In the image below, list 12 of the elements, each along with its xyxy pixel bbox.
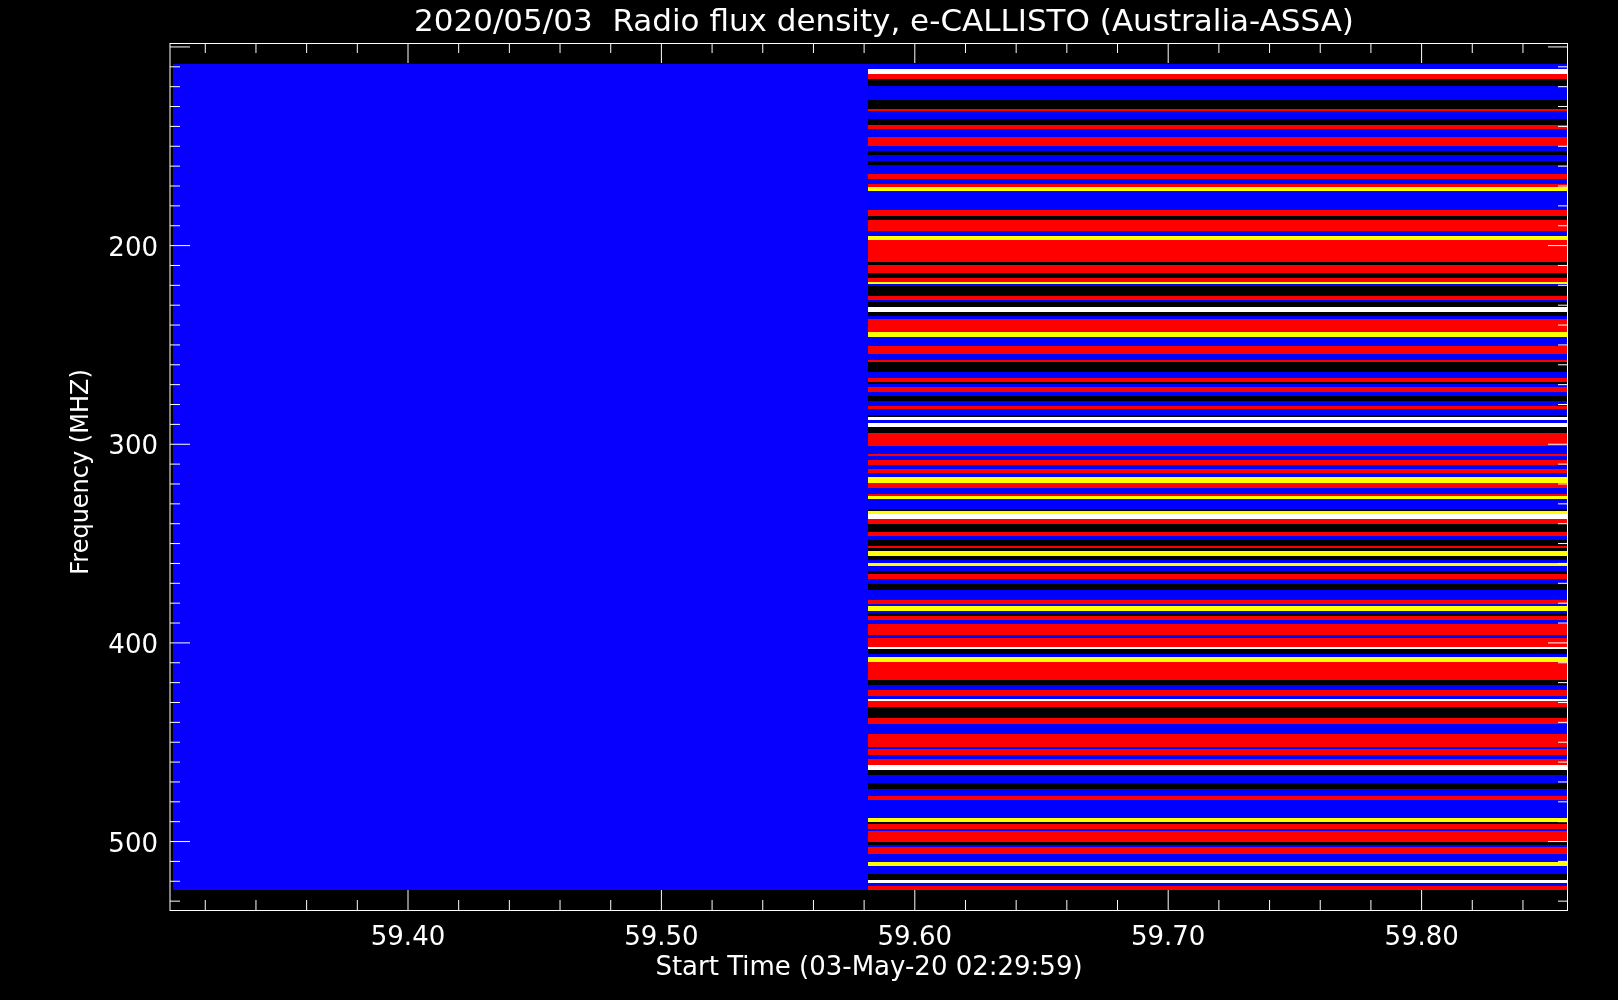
- plot-title: 2020/05/03 Radio flux density, e-CALLISTO (Australia-ASSA): [414, 1, 1354, 40]
- x-tick-label: 59.80: [1384, 921, 1459, 951]
- x-tick-label: 59.60: [877, 921, 952, 951]
- x-axis-label: Start Time (03-May-20 02:29:59): [655, 951, 1083, 981]
- x-tick-label: 59.70: [1131, 921, 1206, 951]
- x-tick-label: 59.50: [624, 921, 699, 951]
- y-tick-label: 200: [108, 231, 158, 262]
- y-tick-label: 300: [108, 430, 158, 461]
- y-tick-label: 400: [108, 628, 158, 659]
- x-tick-label: 59.40: [370, 921, 446, 951]
- y-tick-label: 500: [108, 827, 158, 858]
- y-axis-label: Frequency (MHZ): [66, 369, 94, 575]
